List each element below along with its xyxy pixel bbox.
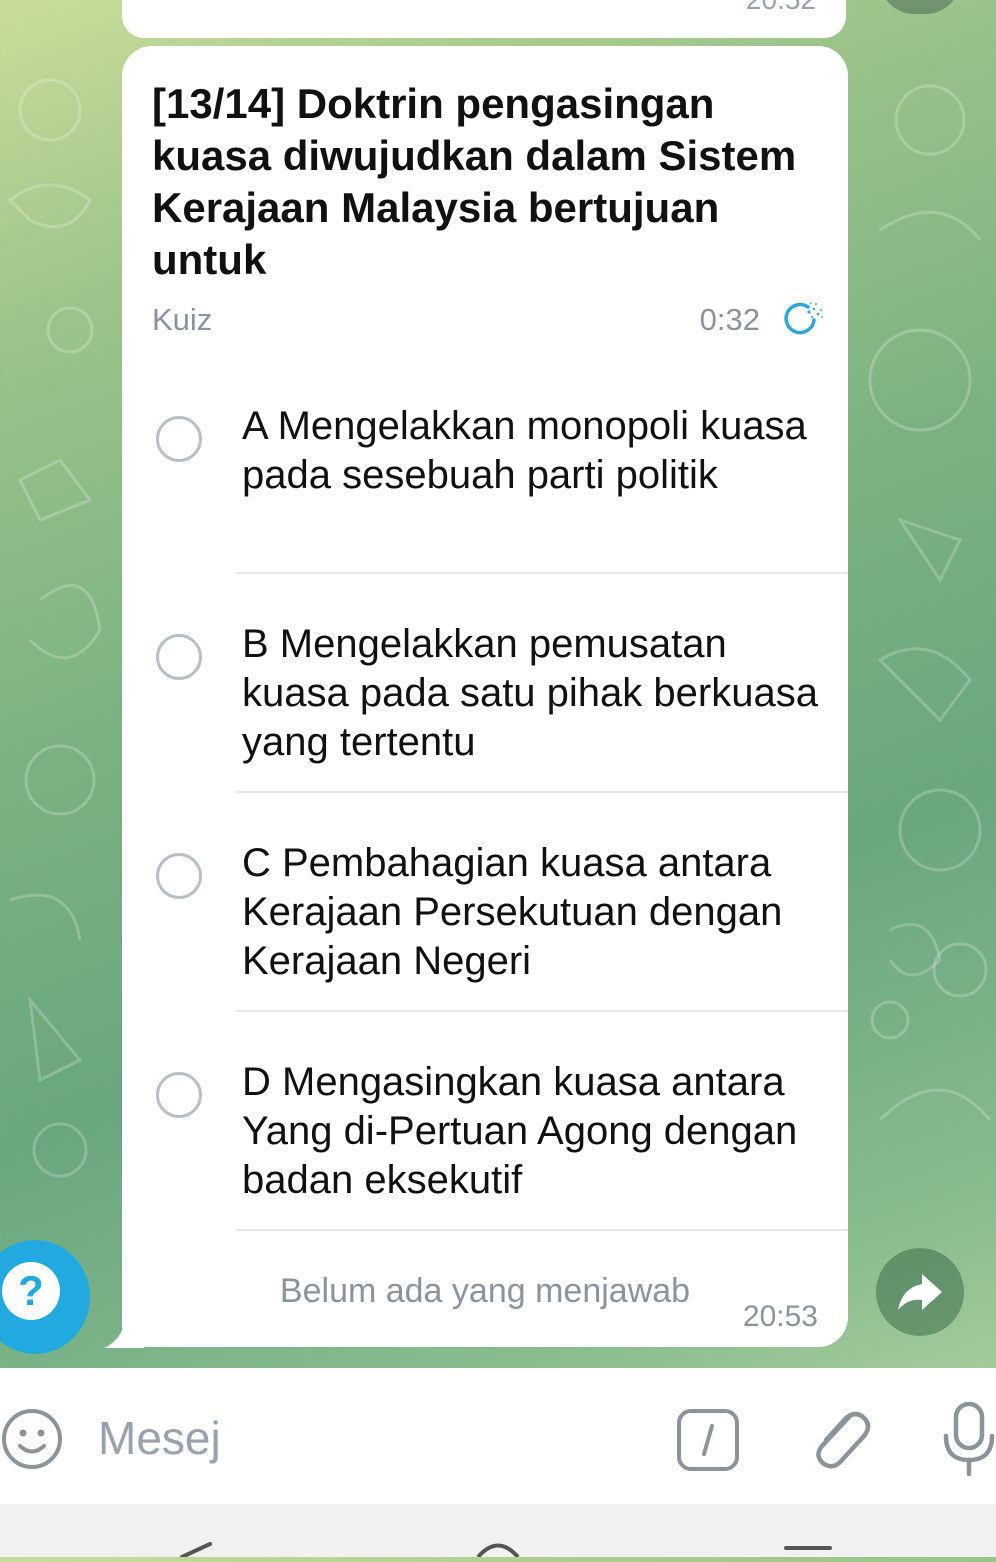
forward-button[interactable] — [876, 1248, 964, 1336]
divider — [236, 1229, 848, 1231]
emoji-icon[interactable] — [0, 1406, 66, 1472]
option-label: C Pembahagian kuasa antara Kerajaan Pers… — [242, 841, 783, 983]
microphone-icon[interactable] — [942, 1400, 996, 1476]
quiz-option-b[interactable]: B Mengelakkan pemusatan kuasa pada satu … — [122, 610, 848, 828]
quiz-message-bubble: [13/14] Doktrin pengasingan kuasa diwuju… — [122, 46, 848, 1347]
option-label: D Mengasingkan kuasa antara Yang di-Pert… — [242, 1060, 798, 1202]
radio-button[interactable] — [156, 416, 202, 462]
home-icon[interactable] — [476, 1543, 520, 1559]
forward-arrow-icon — [898, 1274, 942, 1310]
divider — [236, 572, 848, 574]
timer-icon — [784, 302, 823, 335]
quiz-option-c[interactable]: C Pembahagian kuasa antara Kerajaan Pers… — [122, 829, 848, 1047]
radio-button[interactable] — [156, 853, 202, 899]
slash-command-icon[interactable] — [676, 1408, 740, 1472]
option-label: B Mengelakkan pemusatan kuasa pada satu … — [242, 622, 818, 764]
quiz-label: Kuiz — [152, 302, 213, 337]
radio-button[interactable] — [156, 634, 202, 680]
option-label: A Mengelakkan monopoli kuasa pada sesebu… — [242, 404, 807, 497]
back-icon[interactable] — [180, 1542, 212, 1559]
nav-buttons — [180, 1542, 832, 1559]
quiz-status: Belum ada yang menjawab — [279, 1272, 691, 1310]
quiz-question: [13/14] Doktrin pengasingan kuasa diwuju… — [152, 80, 797, 283]
system-navigation-bar — [0, 1504, 996, 1559]
message-time: 20:53 — [742, 1300, 818, 1333]
radio-button[interactable] — [156, 1072, 202, 1118]
message-input[interactable] — [96, 1402, 660, 1474]
message-time: 20:52 — [746, 0, 816, 16]
previous-message-bubble: 20:52 — [122, 0, 846, 38]
quiz-timer: 0:32 — [699, 302, 760, 337]
help-icon: ? — [2, 1262, 60, 1320]
paperclip-icon[interactable] — [806, 1402, 874, 1472]
quiz-option-a[interactable]: A Mengelakkan monopoli kuasa pada sesebu… — [122, 392, 848, 610]
quiz-option-d[interactable]: D Mengasingkan kuasa antara Yang di-Pert… — [122, 1048, 848, 1266]
message-composer — [0, 1368, 996, 1504]
divider — [236, 1010, 848, 1012]
divider — [236, 791, 848, 793]
